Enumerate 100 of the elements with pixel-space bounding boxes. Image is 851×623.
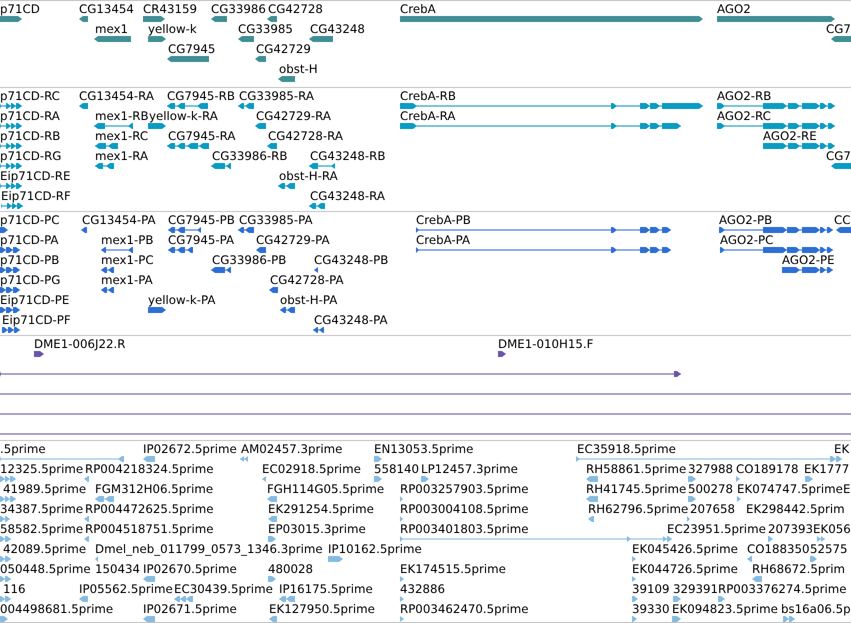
clone-span-line[interactable]: [0, 391, 851, 397]
est-arrow-icon[interactable]: [374, 476, 382, 482]
est-arrow-icon[interactable]: [718, 596, 725, 602]
est-label: RP004518751.5prime: [85, 522, 214, 536]
est-arrow-icon[interactable]: [268, 576, 276, 582]
est-label: 432886: [400, 582, 446, 596]
est-arrow-icon[interactable]: [768, 536, 773, 542]
est-arrow-icon[interactable]: [688, 476, 696, 482]
est-arrow-icon[interactable]: [268, 536, 276, 542]
est-arrow-icon[interactable]: [673, 596, 681, 602]
gene-arrow-icon[interactable]: [831, 36, 851, 42]
est-arrow-icon[interactable]: [400, 516, 403, 522]
est-arrow-icon[interactable]: [400, 616, 404, 622]
est-arrow-icon[interactable]: [400, 576, 404, 582]
transcript-label: p71CD-RC: [0, 89, 60, 103]
est-arrow-icon[interactable]: [632, 596, 638, 602]
protein-label: p71CD-PC: [0, 213, 60, 227]
clone-span-line[interactable]: [0, 411, 851, 417]
gene-arrow-icon[interactable]: [148, 36, 166, 42]
est-arrow-icon[interactable]: [95, 556, 98, 562]
est-arrow-icon[interactable]: [0, 616, 8, 622]
est-arrow-icon[interactable]: [586, 476, 598, 482]
gene-arrow-icon[interactable]: [143, 16, 165, 22]
est-label: Dmel_neb_011799_0573_1346.3prime: [95, 542, 323, 556]
transcript-arrow-icon[interactable]: [148, 123, 166, 129]
est-arrow-icon[interactable]: [143, 456, 155, 462]
gene-arrow-icon[interactable]: [255, 56, 266, 62]
est-label: RP003257903.5prime: [400, 482, 528, 496]
gene-feature-arrow[interactable]: [167, 56, 209, 62]
gene-label: AGO2: [717, 2, 751, 16]
est-arrow-icon[interactable]: [328, 556, 343, 562]
est-label: 150434: [95, 562, 140, 576]
est-arrow-icon[interactable]: [79, 596, 88, 602]
transcript-arrow-icon[interactable]: [79, 103, 88, 109]
est-arrow-icon[interactable]: [810, 556, 817, 562]
gene-label: mex1: [95, 22, 128, 36]
est-arrow-icon[interactable]: [84, 516, 89, 522]
est-arrow-icon[interactable]: [268, 516, 277, 522]
est-arrow-icon[interactable]: [84, 536, 89, 542]
gene-arrow-icon[interactable]: [79, 16, 88, 22]
gene-arrow-icon[interactable]: [309, 36, 333, 42]
est-label: RH41745.5prime: [586, 482, 686, 496]
est-arrow-icon[interactable]: [687, 516, 690, 522]
est-label: EK056: [813, 522, 851, 536]
transcript-label: CrebA-RB: [400, 89, 456, 103]
est-arrow-icon[interactable]: [586, 496, 598, 502]
gene-arrow-icon[interactable]: [211, 16, 227, 22]
est-label: 34387.5prime: [0, 502, 84, 516]
protein-arrow-icon[interactable]: [256, 247, 266, 253]
protein-arrow-icon[interactable]: [836, 227, 851, 233]
est-arrow-icon[interactable]: [400, 596, 404, 602]
protein-label: CG7945-PA: [168, 233, 234, 247]
gene-label: CrebA: [400, 2, 436, 16]
est-label: IP10162.5prime: [328, 542, 422, 556]
clone-arrow-icon[interactable]: [34, 351, 44, 357]
est-arrow-icon[interactable]: [688, 496, 696, 502]
est-arrow-icon[interactable]: [143, 576, 155, 582]
est-arrow-icon[interactable]: [672, 616, 681, 622]
est-label: EK298442.5prim: [746, 502, 845, 516]
protein-arrow-icon[interactable]: [0, 227, 8, 233]
est-arrow-icon[interactable]: [84, 476, 89, 482]
est-label: 004498681.5prime: [0, 602, 114, 616]
est-arrow-icon[interactable]: [267, 496, 277, 502]
protein-arrow-icon[interactable]: [81, 227, 87, 233]
est-arrow-icon[interactable]: [632, 576, 636, 582]
gene-arrow-icon[interactable]: [267, 16, 277, 22]
est-label: EK291254.5prime: [268, 502, 374, 516]
est-label: EK074747.5prime: [737, 482, 843, 496]
est-arrow-icon[interactable]: [737, 496, 741, 502]
est-arrow-icon[interactable]: [143, 616, 155, 622]
est-label: EK: [834, 442, 850, 456]
est-arrow-icon[interactable]: [805, 476, 813, 482]
gene-arrow-icon[interactable]: [278, 76, 295, 82]
est-arrow-icon[interactable]: [736, 476, 740, 482]
est-arrow-icon[interactable]: [400, 496, 403, 502]
clone-span-line[interactable]: [0, 431, 851, 437]
gene-feature-arrow[interactable]: [94, 36, 131, 42]
clone-arrow-icon[interactable]: [498, 351, 506, 357]
protein-label: Eip71CD-PF: [2, 313, 71, 327]
est-label: 050448.5prime: [0, 562, 91, 576]
est-arrow-icon[interactable]: [421, 476, 429, 482]
est-arrow-icon[interactable]: [262, 476, 266, 482]
est-arrow-icon[interactable]: [374, 456, 382, 462]
clone-label: DME1-006J22.R: [34, 337, 126, 351]
transcript-arrow-icon[interactable]: [255, 123, 266, 129]
transcript-arrow-icon[interactable]: [831, 163, 851, 169]
protein-arrow-icon[interactable]: [148, 307, 166, 313]
est-arrow-icon[interactable]: [752, 576, 762, 582]
est-arrow-icon[interactable]: [747, 556, 752, 562]
transcript-arrow-icon[interactable]: [267, 143, 277, 149]
transcript-label: CG42729-RA: [256, 109, 331, 123]
transcript-label: CG33985-RA: [239, 89, 314, 103]
est-arrow-icon[interactable]: [269, 616, 277, 622]
est-arrow-icon[interactable]: [632, 616, 637, 622]
gene-arrow-icon[interactable]: [238, 36, 254, 42]
protein-arrow-icon[interactable]: [314, 267, 318, 273]
gene-arrow-icon[interactable]: [0, 16, 22, 22]
protein-arrow-icon[interactable]: [269, 287, 278, 293]
est-arrow-icon[interactable]: [588, 516, 594, 522]
est-arrow-icon[interactable]: [632, 556, 636, 562]
